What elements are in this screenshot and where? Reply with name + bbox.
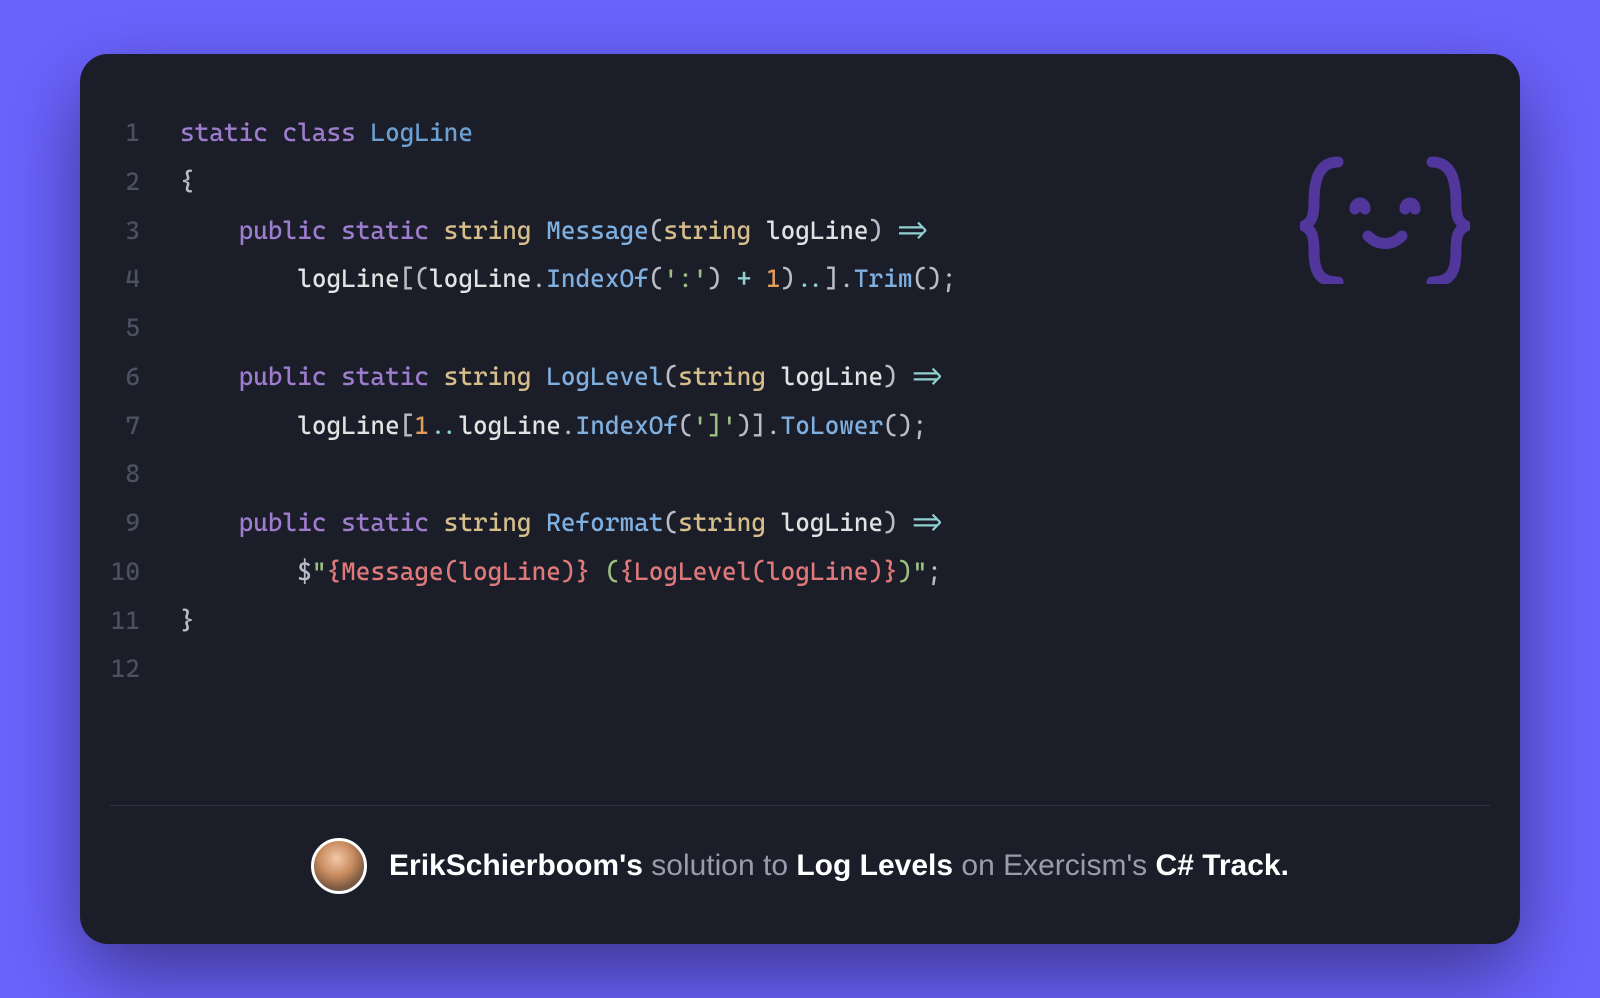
attribution-on-word: on Exercism's (953, 849, 1155, 882)
attribution-text: ErikSchierboom's solution to Log Levels … (389, 849, 1289, 883)
code-content: public static string LogLevel(string log… (180, 353, 1490, 402)
author-avatar (311, 838, 367, 894)
code-line: 6 public static string LogLevel(string l… (110, 353, 1490, 402)
line-number: 4 (110, 255, 180, 304)
line-number: 1 (110, 109, 180, 158)
code-line: 10 $"{Message(logLine)} ({LogLevel(logLi… (110, 548, 1490, 597)
attribution-solution-word: solution to (643, 849, 796, 882)
code-content: logLine[(logLine.IndexOf(':') + 1)..].Tr… (180, 255, 1490, 304)
line-number: 11 (110, 597, 180, 646)
code-content (180, 304, 1490, 353)
code-line: 3 public static string Message(string lo… (110, 207, 1490, 256)
line-number: 10 (110, 548, 180, 597)
line-number: 3 (110, 207, 180, 256)
code-content: public static string Message(string logL… (180, 207, 1490, 256)
attribution-bar: ErikSchierboom's solution to Log Levels … (110, 838, 1490, 914)
code-line: 5 (110, 304, 1490, 353)
line-number: 8 (110, 450, 180, 499)
line-number: 2 (110, 158, 180, 207)
code-content: $"{Message(logLine)} ({LogLevel(logLine)… (180, 548, 1490, 597)
line-number: 5 (110, 304, 180, 353)
code-content: { (180, 158, 1490, 207)
code-content: static class LogLine (180, 109, 1490, 158)
track-name: C# Track. (1156, 849, 1289, 882)
exercism-logo (1300, 154, 1470, 288)
code-content: public static string Reformat(string log… (180, 499, 1490, 548)
line-number: 9 (110, 499, 180, 548)
code-line: 2{ (110, 158, 1490, 207)
line-number: 7 (110, 402, 180, 451)
code-line: 12 (110, 645, 1490, 694)
code-line: 1static class LogLine (110, 109, 1490, 158)
code-content: } (180, 597, 1490, 646)
code-line: 7 logLine[1..logLine.IndexOf(']')].ToLow… (110, 402, 1490, 451)
code-line: 4 logLine[(logLine.IndexOf(':') + 1)..].… (110, 255, 1490, 304)
code-content (180, 645, 1490, 694)
line-number: 6 (110, 353, 180, 402)
code-line: 8 (110, 450, 1490, 499)
code-content (180, 450, 1490, 499)
author-name: ErikSchierboom's (389, 849, 643, 882)
divider (110, 805, 1490, 806)
code-block: 1static class LogLine2{3 public static s… (110, 109, 1490, 785)
code-content: logLine[1..logLine.IndexOf(']')].ToLower… (180, 402, 1490, 451)
code-line: 9 public static string Reformat(string l… (110, 499, 1490, 548)
code-card: 1static class LogLine2{3 public static s… (80, 54, 1520, 944)
code-line: 11} (110, 597, 1490, 646)
exercise-name: Log Levels (796, 849, 953, 882)
line-number: 12 (110, 645, 180, 694)
